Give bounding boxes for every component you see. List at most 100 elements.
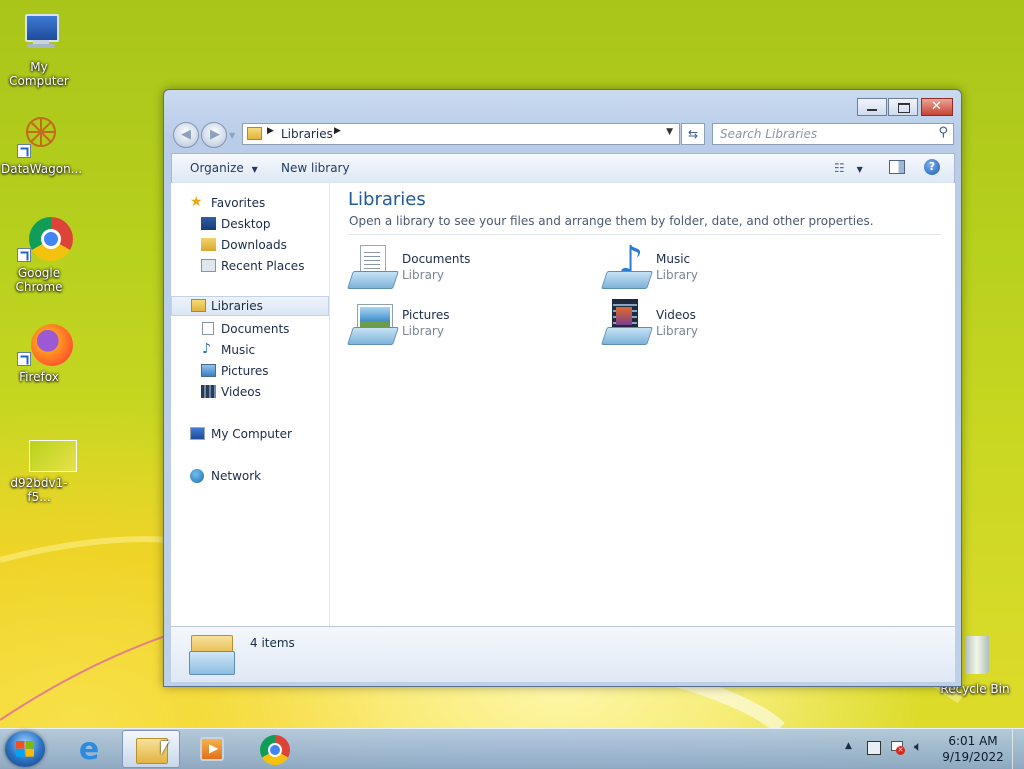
nav-label: Desktop [221,217,271,231]
documents-icon [202,322,214,335]
close-button[interactable]: ✕ [921,98,953,116]
nav-label: Libraries [211,299,263,313]
nav-label: Documents [221,322,290,336]
libraries-icon [191,299,206,312]
library-name: Pictures [402,308,450,322]
firefox-icon [15,320,73,368]
start-button[interactable] [5,731,45,767]
taskbar-explorer[interactable] [122,730,180,768]
back-button[interactable]: ◀ [173,122,199,148]
library-name: Music [656,252,691,266]
refresh-button[interactable]: ⇆ [681,123,705,145]
taskbar-chrome[interactable] [246,730,304,768]
network-tray-icon[interactable] [867,741,881,755]
breadcrumb-separator-icon: ▶ [267,126,274,136]
show-hidden-icons-button[interactable]: ▲ [845,741,852,751]
help-icon: ? [924,159,940,175]
documents-library-icon [347,243,399,291]
favorites-star-icon: ★ [190,194,203,210]
nav-label: Recent Places [221,259,305,273]
minimize-button[interactable] [857,98,887,116]
nav-music[interactable]: ♪ Music [171,340,329,360]
library-music[interactable]: ♪ Music Library [601,241,832,293]
library-name: Documents [402,252,471,266]
new-library-button[interactable]: New library [281,161,350,175]
libraries-large-icon [189,633,235,675]
nav-desktop[interactable]: Desktop [171,214,329,234]
explorer-window[interactable]: ✕ ◀ ▶ ▼ ▶ Libraries ▶ ▼ ⇆ Search Librari… [163,89,962,687]
nav-network[interactable]: Network [171,466,329,486]
organize-button[interactable]: Organize ▼ [190,161,258,175]
desktop-icon [201,217,216,230]
nav-favorites[interactable]: ★ Favorites [171,193,329,213]
desktop-icon-image-file[interactable]: d92bdv1-f5... [1,426,77,504]
image-file-icon [15,426,77,474]
desktop-icon-my-computer[interactable]: My Computer [1,10,77,88]
nav-label: Videos [221,385,261,399]
media-player-icon: ▶ [200,737,224,761]
preview-pane-button[interactable] [889,160,905,177]
taskbar: e ▶ ▲ ✕ 🔈︎ 6:01 AM 9/19/2022 [0,728,1024,769]
desktop-icon-chrome[interactable]: Google Chrome [1,216,77,294]
breadcrumb-libraries[interactable]: Libraries [281,127,333,141]
nav-label: Downloads [221,238,287,252]
datawagon-icon [15,112,63,160]
maximize-icon [898,103,910,113]
action-center-flag-icon[interactable]: ✕ [891,741,905,755]
nav-videos[interactable]: Videos [171,382,329,402]
search-input[interactable]: Search Libraries [720,127,817,141]
address-history-dropdown-icon[interactable]: ▼ [666,127,673,137]
nav-label: Network [211,469,262,483]
nav-label: Favorites [211,196,266,210]
close-icon: ✕ [931,99,942,114]
page-title: Libraries [348,189,426,210]
navigation-pane: ★ Favorites Desktop Downloads Recent Pla… [171,183,330,626]
downloads-folder-icon [201,238,216,251]
search-box[interactable]: Search Libraries ⚲ [712,123,954,145]
mouse-cursor-icon [161,741,169,755]
maximize-button[interactable] [888,98,918,116]
content-pane: Libraries Open a library to see your fil… [330,183,955,626]
nav-my-computer[interactable]: My Computer [171,424,329,444]
back-arrow-icon: ◀ [181,127,191,142]
command-bar: Organize ▼ New library ☷ ▼ ? [171,153,955,183]
view-dropdown-icon: ▼ [856,165,863,174]
address-bar[interactable]: ▶ Libraries ▶ ▼ [242,123,680,145]
pictures-icon [201,364,216,377]
videos-film-icon [201,385,216,398]
recent-places-icon [201,259,216,272]
library-documents[interactable]: Documents Library [347,243,578,293]
nav-libraries[interactable]: Libraries [171,296,329,316]
volume-icon[interactable]: 🔈︎ [914,739,922,755]
clock[interactable]: 6:01 AM 9/19/2022 [938,733,1008,765]
desktop-icon-firefox[interactable]: Firefox [1,320,77,384]
desktop-icon-datawagon[interactable]: DataWagon... [1,112,82,176]
nav-downloads[interactable]: Downloads [171,235,329,255]
nav-documents[interactable]: Documents [171,319,329,339]
desktop-icon-label: Google Chrome [15,266,63,294]
desktop-icon-label: Firefox [19,370,59,384]
refresh-icon: ⇆ [687,127,699,141]
library-pictures[interactable]: Pictures Library [347,299,578,349]
change-view-button[interactable]: ☷ ▼ [834,161,863,175]
pictures-library-icon [347,299,399,347]
chrome-icon [260,735,290,765]
library-name: Videos [656,308,696,322]
show-desktop-button[interactable] [1012,729,1024,769]
computer-icon [15,10,63,58]
forward-button[interactable]: ▶ [201,122,227,148]
nav-recent-places[interactable]: Recent Places [171,256,329,276]
recent-pages-dropdown[interactable]: ▼ [229,131,235,140]
nav-label: My Computer [211,427,292,441]
taskbar-media-player[interactable]: ▶ [184,730,242,768]
windows-logo-icon [16,741,34,757]
internet-explorer-icon: e [78,732,100,767]
breadcrumb-chevron-icon[interactable]: ▶ [334,126,341,136]
help-button[interactable]: ? [924,159,940,175]
clock-time: 6:01 AM [948,734,998,748]
taskbar-ie[interactable]: e [60,730,118,768]
library-type: Library [656,324,698,338]
clock-date: 9/19/2022 [942,750,1004,764]
nav-pictures[interactable]: Pictures [171,361,329,381]
library-videos[interactable]: Videos Library [601,299,832,349]
